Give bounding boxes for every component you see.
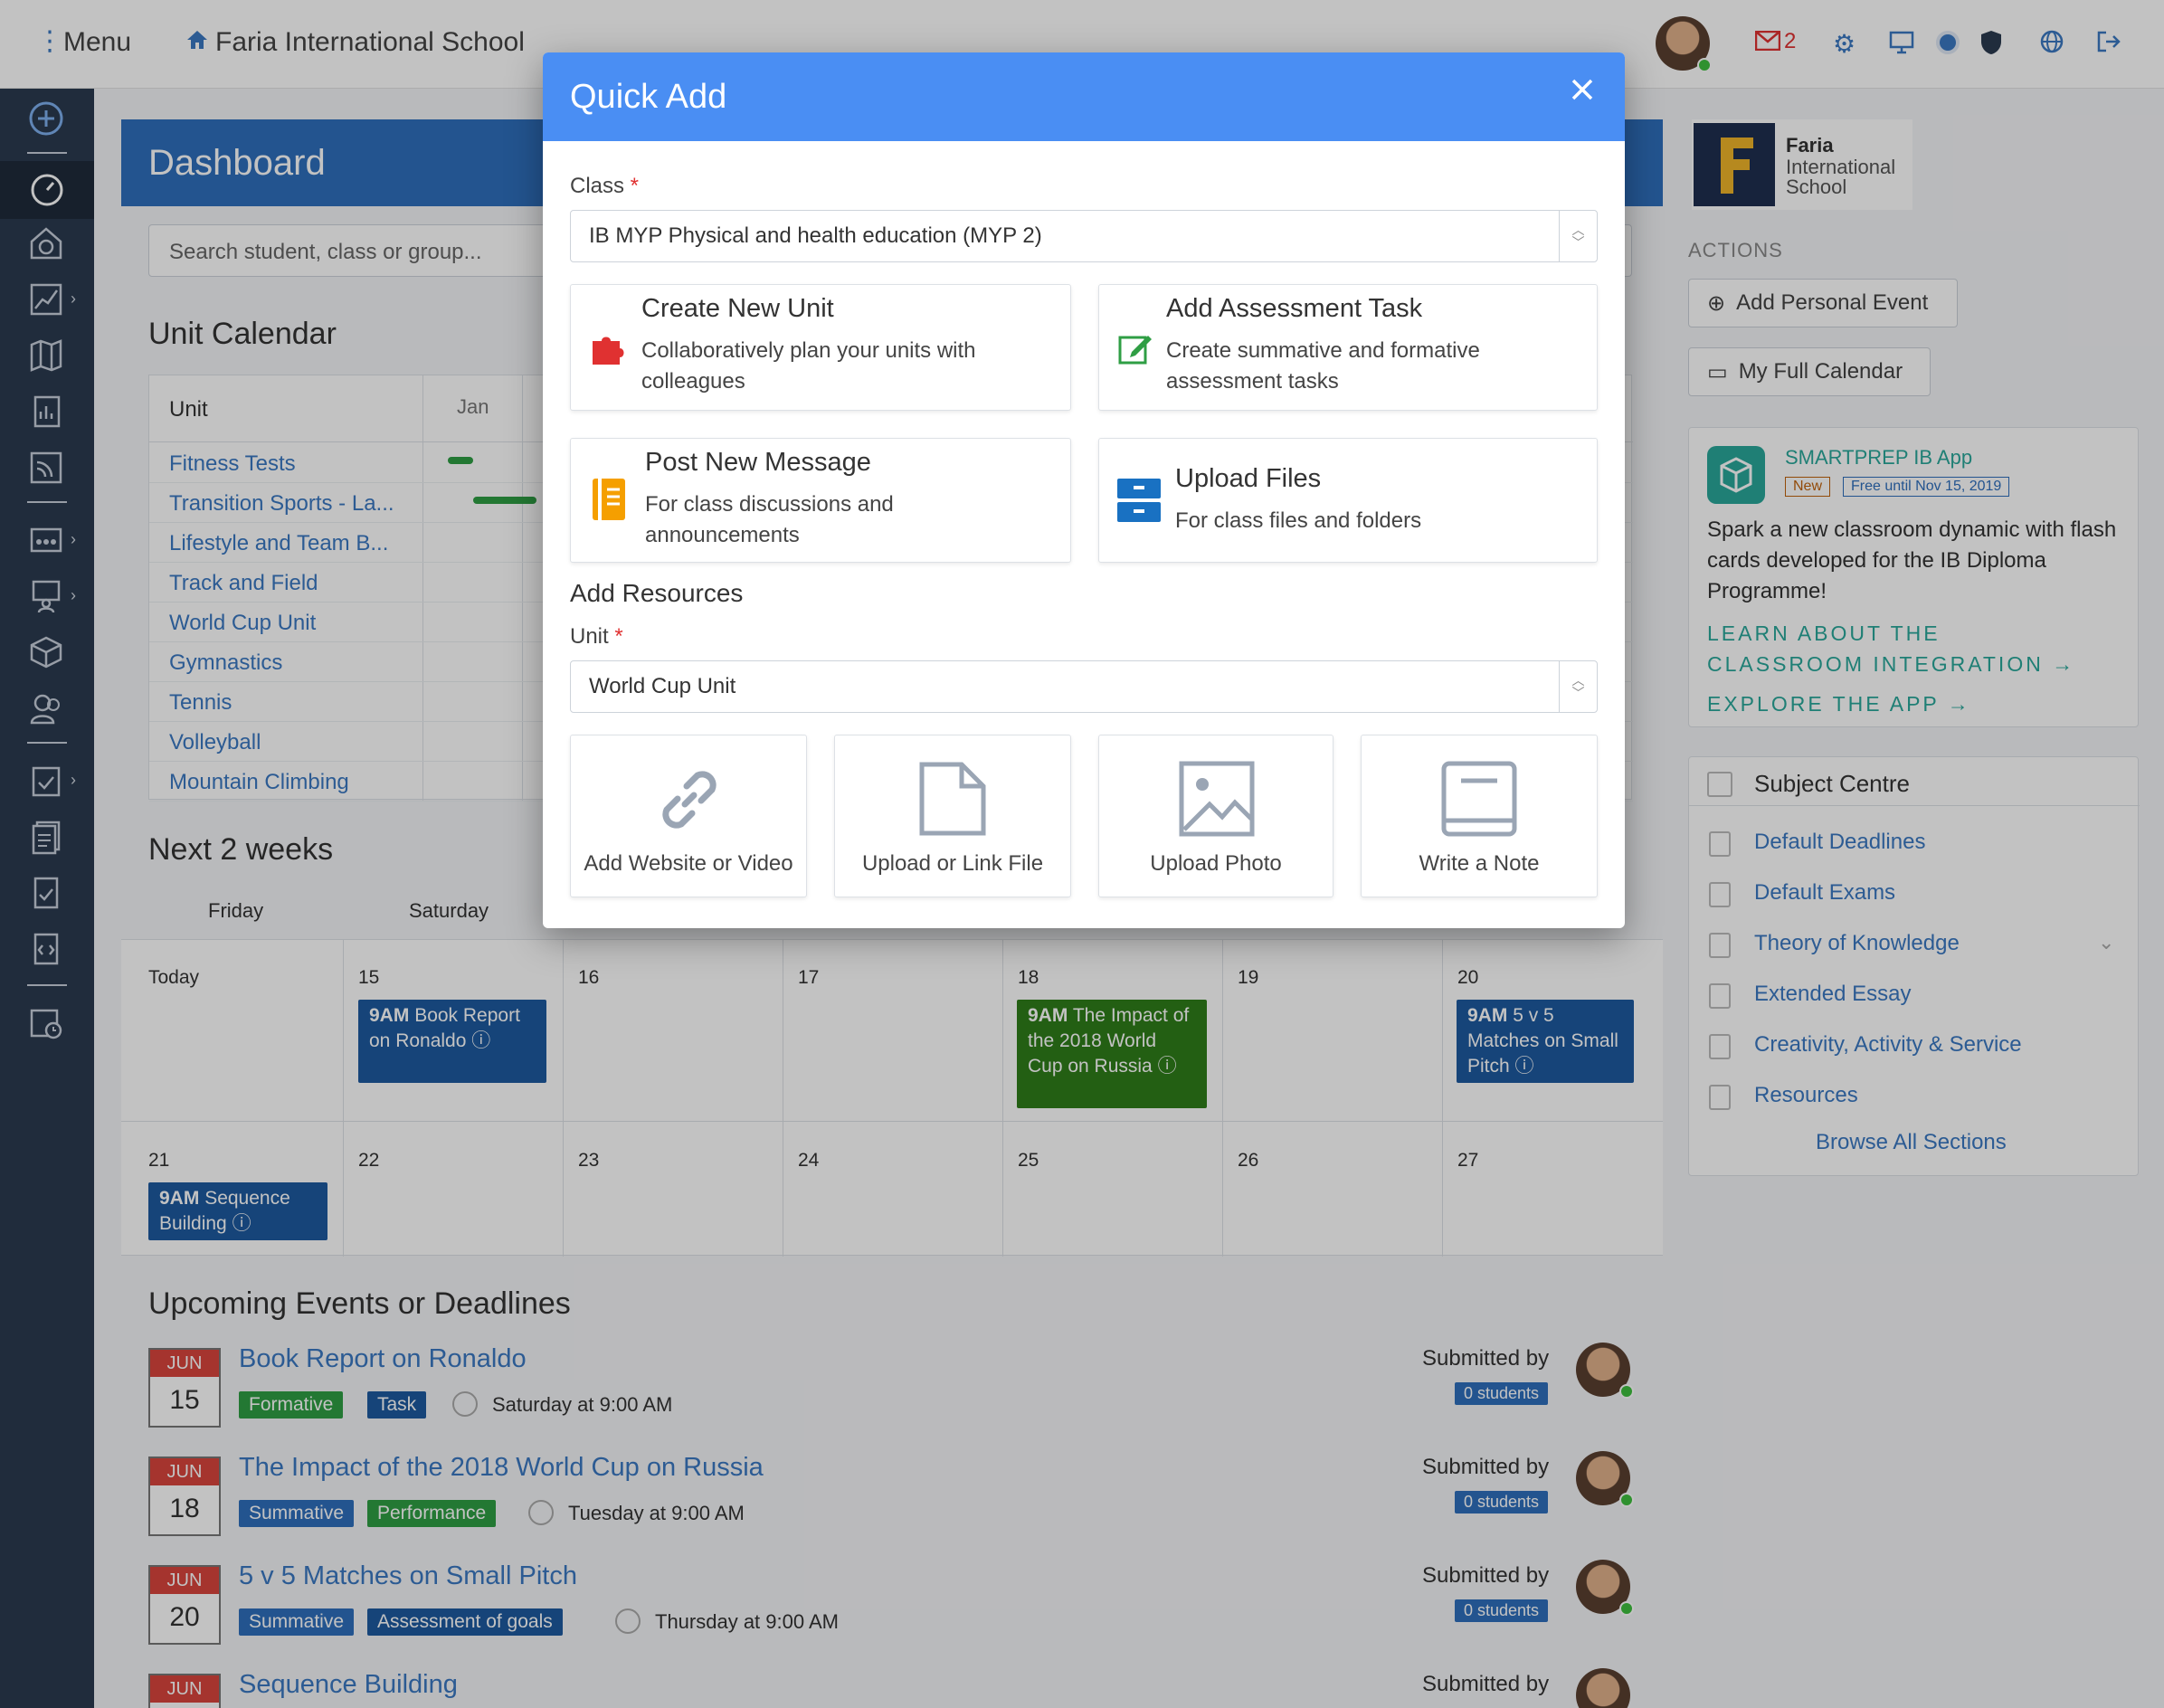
file-icon [916, 761, 989, 841]
card-title: Upload Files [1175, 464, 1322, 493]
add-website-video-button[interactable]: Add Website or Video [570, 735, 807, 897]
upload-photo-button[interactable]: Upload Photo [1098, 735, 1334, 897]
modal-header: Quick Add [543, 52, 1625, 141]
card-title: Create New Unit [641, 294, 834, 323]
unit-select[interactable]: World Cup Unit ︿ ﹀ [570, 660, 1598, 713]
card-title: Add Assessment Task [1166, 294, 1423, 323]
create-new-unit-card[interactable]: Create New Unit Collaboratively plan you… [570, 284, 1071, 411]
resource-label: Add Website or Video [584, 851, 793, 876]
file-cabinet-icon [1117, 477, 1161, 527]
card-description: Collaboratively plan your units with col… [641, 338, 976, 394]
class-select-value: IB MYP Physical and health education (MY… [589, 223, 1042, 248]
resource-label: Upload or Link File [861, 851, 1044, 876]
card-description: For class discussions and announcements [645, 492, 894, 547]
card-title: Post New Message [645, 448, 871, 477]
resource-label: Upload Photo [1150, 851, 1282, 876]
notebook-icon [591, 477, 627, 527]
unit-select-value: World Cup Unit [589, 674, 736, 698]
puzzle-icon [589, 330, 629, 371]
card-description: Create summative and formative assessmen… [1166, 338, 1480, 394]
modal-title: Quick Add [570, 78, 727, 116]
unit-label: Unit * [570, 624, 623, 649]
class-select[interactable]: IB MYP Physical and health education (MY… [570, 210, 1598, 262]
add-assessment-task-card[interactable]: Add Assessment Task Create summative and… [1098, 284, 1598, 411]
note-icon [1441, 761, 1517, 841]
edit-icon [1117, 330, 1153, 371]
add-resources-title: Add Resources [570, 579, 744, 607]
quick-add-modal: Quick Add Class * IB MYP Physical and he… [543, 52, 1625, 928]
resource-label: Write a Note [1419, 851, 1540, 876]
upload-files-card[interactable]: Upload Files For class files and folders [1098, 438, 1598, 563]
class-label: Class * [570, 174, 640, 198]
close-icon[interactable] [1569, 76, 1596, 108]
select-spinner-icon: ︿ ﹀ [1559, 661, 1597, 712]
link-icon [650, 761, 728, 843]
image-icon [1179, 761, 1255, 841]
upload-link-file-button[interactable]: Upload or Link File [834, 735, 1071, 897]
post-new-message-card[interactable]: Post New Message For class discussions a… [570, 438, 1071, 563]
write-note-button[interactable]: Write a Note [1361, 735, 1598, 897]
card-description: For class files and folders [1175, 508, 1422, 533]
select-spinner-icon: ︿ ﹀ [1559, 211, 1597, 261]
